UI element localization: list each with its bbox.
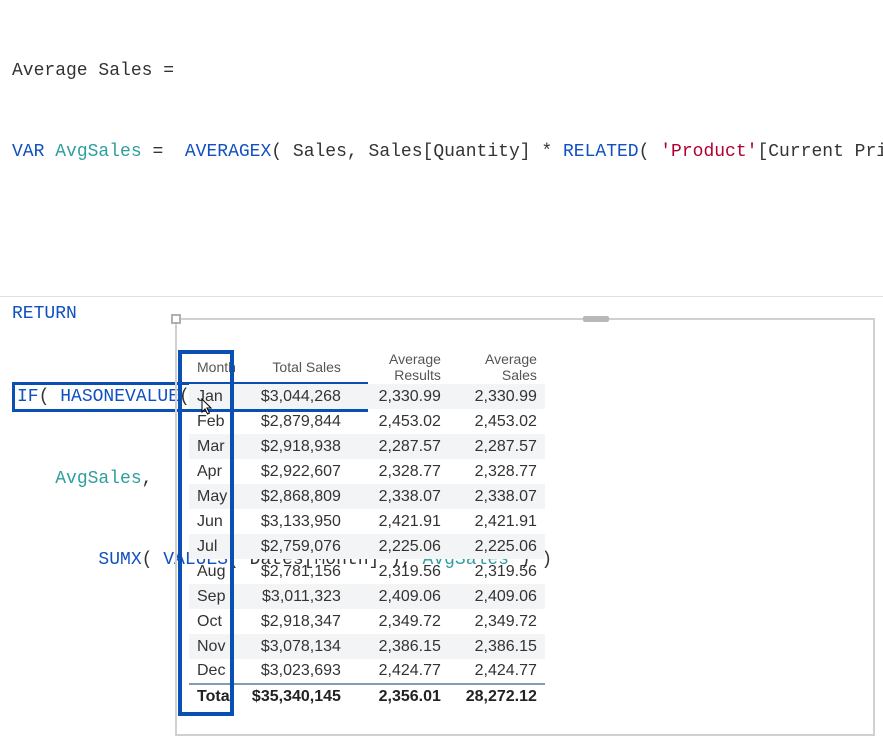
table-row[interactable]: Sep$3,011,3232,409.062,409.06	[189, 584, 545, 609]
cell-value: 2,338.07	[349, 484, 449, 509]
cell-value: $3,078,134	[244, 634, 349, 659]
cell-month: Aug	[189, 559, 244, 584]
cell-value: 2,421.91	[349, 509, 449, 534]
cell-month: Dec	[189, 659, 244, 684]
resize-handle-corner[interactable]	[171, 314, 181, 324]
kw-var: VAR	[12, 142, 44, 162]
col-header-avgres[interactable]: Average Results	[349, 350, 449, 384]
cell-value: 2,349.72	[449, 609, 545, 634]
cell-value: 2,287.57	[449, 434, 545, 459]
col-header-month[interactable]: Month	[189, 350, 244, 384]
fn-hasonevalue: HASONEVALUE	[60, 387, 179, 407]
resize-handle-top[interactable]	[583, 316, 609, 322]
cell-value: 2,319.56	[349, 559, 449, 584]
cell-month: Jun	[189, 509, 244, 534]
table-row[interactable]: Dec$3,023,6932,424.772,424.77	[189, 659, 545, 684]
table-row[interactable]: Nov$3,078,1342,386.152,386.15	[189, 634, 545, 659]
cell-total-label: Total	[189, 684, 244, 709]
cell-value: 2,287.57	[349, 434, 449, 459]
table-header-row: Month Total Sales Average Results Averag…	[189, 350, 545, 384]
cell-total-value: 28,272.12	[449, 684, 545, 709]
cell-value: $2,918,938	[244, 434, 349, 459]
cell-value: $2,918,347	[244, 609, 349, 634]
table-row[interactable]: Jun$3,133,9502,421.912,421.91	[189, 509, 545, 534]
cell-value: $2,868,809	[244, 484, 349, 509]
str-product: 'Product'	[660, 142, 757, 162]
cell-month: Oct	[189, 609, 244, 634]
table-row[interactable]: May$2,868,8092,338.072,338.07	[189, 484, 545, 509]
table-row[interactable]: Aug$2,781,1562,319.562,319.56	[189, 559, 545, 584]
cell-month: Jan	[189, 384, 244, 409]
equals2: =	[152, 142, 163, 162]
cell-value: 2,409.06	[449, 584, 545, 609]
separator	[0, 296, 883, 297]
kw-return: RETURN	[12, 304, 77, 324]
cell-month: Feb	[189, 409, 244, 434]
tbl-sales: Sales	[293, 142, 347, 162]
cell-value: 2,319.56	[449, 559, 545, 584]
table-row[interactable]: Mar$2,918,9382,287.572,287.57	[189, 434, 545, 459]
var-avgsales: AvgSales	[55, 142, 141, 162]
op-mul: *	[541, 142, 552, 162]
cell-month: Mar	[189, 434, 244, 459]
cell-value: 2,386.15	[449, 634, 545, 659]
table-body: Jan$3,044,2682,330.992,330.99Feb$2,879,8…	[189, 384, 545, 709]
cell-value: $2,781,156	[244, 559, 349, 584]
sales-table[interactable]: Month Total Sales Average Results Averag…	[189, 350, 545, 709]
col-price: [Current Price]	[757, 142, 883, 162]
cell-month: Jul	[189, 534, 244, 559]
fn-if: IF	[17, 387, 39, 407]
cell-value: 2,225.06	[449, 534, 545, 559]
table-row[interactable]: Feb$2,879,8442,453.022,453.02	[189, 409, 545, 434]
cell-value: $3,011,323	[244, 584, 349, 609]
table-row[interactable]: Jan$3,044,2682,330.992,330.99	[189, 384, 545, 409]
formula-line-blank	[12, 220, 875, 247]
cell-month: Nov	[189, 634, 244, 659]
formula-line-1: Average Sales =	[12, 58, 875, 85]
col-qty: Sales[Quantity]	[369, 142, 531, 162]
cell-value: $2,879,844	[244, 409, 349, 434]
cell-value: 2,338.07	[449, 484, 545, 509]
cell-value: 2,328.77	[449, 459, 545, 484]
formula-line-2: VAR AvgSales = AVERAGEX( Sales, Sales[Qu…	[12, 139, 875, 166]
cell-total-value: $35,340,145	[244, 684, 349, 709]
cell-value: $3,023,693	[244, 659, 349, 684]
cell-value: 2,328.77	[349, 459, 449, 484]
table-row[interactable]: Jul$2,759,0762,225.062,225.06	[189, 534, 545, 559]
table-row[interactable]: Oct$2,918,3472,349.722,349.72	[189, 609, 545, 634]
cell-value: $3,133,950	[244, 509, 349, 534]
table-total-row[interactable]: Total$35,340,1452,356.0128,272.12	[189, 684, 545, 709]
cell-month: Sep	[189, 584, 244, 609]
cell-value: 2,424.77	[349, 659, 449, 684]
col-header-total[interactable]: Total Sales	[244, 350, 349, 384]
cell-value: 2,349.72	[349, 609, 449, 634]
cell-value: 2,330.99	[449, 384, 545, 409]
cell-value: 2,225.06	[349, 534, 449, 559]
col-header-avgsale[interactable]: Average Sales	[449, 350, 545, 384]
cell-value: 2,453.02	[449, 409, 545, 434]
table-row[interactable]: Apr$2,922,6072,328.772,328.77	[189, 459, 545, 484]
measure-name: Average Sales	[12, 61, 152, 81]
cell-value: 2,330.99	[349, 384, 449, 409]
equals: =	[163, 61, 174, 81]
cell-value: 2,409.06	[349, 584, 449, 609]
table-visual-frame[interactable]: Month Total Sales Average Results Averag…	[175, 318, 875, 736]
fn-averagex: AVERAGEX	[185, 142, 271, 162]
fn-sumx: SUMX	[98, 550, 141, 570]
cell-value: 2,421.91	[449, 509, 545, 534]
var-avgsales-ref: AvgSales	[55, 469, 141, 489]
cell-value: 2,424.77	[449, 659, 545, 684]
cell-value: $3,044,268	[244, 384, 349, 409]
cell-value: $2,759,076	[244, 534, 349, 559]
cell-total-value: 2,356.01	[349, 684, 449, 709]
cell-month: Apr	[189, 459, 244, 484]
cell-value: 2,453.02	[349, 409, 449, 434]
fn-related: RELATED	[563, 142, 639, 162]
cell-value: 2,386.15	[349, 634, 449, 659]
cell-month: May	[189, 484, 244, 509]
cell-value: $2,922,607	[244, 459, 349, 484]
